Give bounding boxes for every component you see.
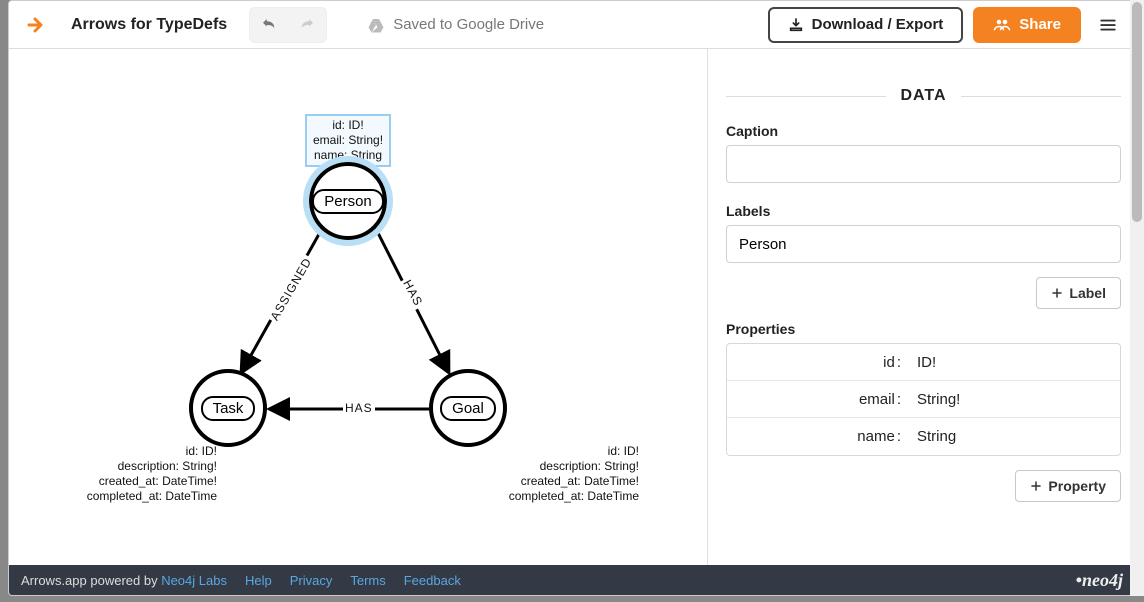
property-key[interactable]: id: [727, 344, 917, 380]
property-value[interactable]: String!: [917, 381, 1120, 417]
edge-label-has-1[interactable]: HAS: [399, 276, 426, 311]
prop-line: description: String!: [499, 459, 639, 474]
neo4j-labs-link[interactable]: Neo4j Labs: [161, 573, 227, 588]
graph-canvas[interactable]: ASSIGNED HAS HAS id: ID! email: String! …: [9, 49, 707, 565]
node-goal-label[interactable]: Goal: [440, 396, 496, 421]
undo-button[interactable]: [252, 10, 286, 40]
add-property-button[interactable]: Property: [1015, 470, 1121, 502]
prop-line: completed_at: DateTime: [499, 489, 639, 504]
redo-icon: [298, 16, 316, 34]
properties-sidebar: DATA Caption Labels Label Properties id …: [707, 49, 1135, 565]
prop-line: created_at: DateTime!: [77, 474, 217, 489]
download-label: Download / Export: [812, 16, 944, 33]
footer-powered-by: Arrows.app powered by Neo4j Labs: [21, 573, 227, 588]
hamburger-icon: [1099, 16, 1117, 34]
edge-label-assigned[interactable]: ASSIGNED: [266, 253, 315, 324]
topbar: Arrows for TypeDefs Saved to Google Driv…: [9, 1, 1135, 49]
footer-link-terms[interactable]: Terms: [350, 573, 385, 588]
share-users-icon: [993, 18, 1011, 32]
property-value[interactable]: ID!: [917, 344, 1120, 380]
node-task-properties[interactable]: id: ID! description: String! created_at:…: [77, 444, 217, 504]
prop-line: id: ID!: [313, 118, 383, 133]
save-status: Saved to Google Drive: [367, 16, 544, 33]
caption-label: Caption: [726, 123, 1121, 139]
download-icon: [788, 17, 804, 33]
data-section-header: DATA: [726, 87, 1121, 105]
property-row[interactable]: email String!: [727, 381, 1120, 418]
prop-line: completed_at: DateTime: [77, 489, 217, 504]
plus-icon: [1030, 480, 1042, 492]
node-goal-properties[interactable]: id: ID! description: String! created_at:…: [499, 444, 639, 504]
share-button[interactable]: Share: [973, 7, 1081, 43]
footer: Arrows.app powered by Neo4j Labs Help Pr…: [9, 565, 1135, 595]
node-task[interactable]: Task: [189, 369, 267, 447]
main-area: ASSIGNED HAS HAS id: ID! email: String! …: [9, 49, 1135, 565]
property-row[interactable]: id ID!: [727, 344, 1120, 381]
powered-by-prefix: Arrows.app powered by: [21, 573, 161, 588]
labels-input[interactable]: [726, 225, 1121, 263]
download-export-button[interactable]: Download / Export: [768, 7, 964, 43]
google-drive-icon: [367, 17, 385, 33]
neo4j-brand-logo: •neo4j: [1076, 570, 1123, 591]
property-value[interactable]: String: [917, 418, 1120, 455]
properties-table: id ID! email String! name String: [726, 343, 1121, 456]
properties-label: Properties: [726, 321, 1121, 337]
page-scrollbar[interactable]: [1130, 0, 1144, 596]
property-row[interactable]: name String: [727, 418, 1120, 455]
app-logo-icon[interactable]: [25, 13, 49, 37]
node-goal[interactable]: Goal: [429, 369, 507, 447]
node-task-label[interactable]: Task: [201, 396, 256, 421]
save-status-text: Saved to Google Drive: [393, 16, 544, 33]
share-label: Share: [1019, 16, 1061, 33]
scrollbar-thumb[interactable]: [1132, 2, 1142, 222]
prop-line: id: ID!: [77, 444, 217, 459]
prop-line: id: ID!: [499, 444, 639, 459]
node-person[interactable]: Person: [309, 162, 387, 240]
add-property-text: Property: [1048, 478, 1106, 494]
edge-label-has-2[interactable]: HAS: [343, 401, 375, 415]
prop-line: name: String: [313, 148, 383, 163]
redo-button[interactable]: [290, 10, 324, 40]
plus-icon: [1051, 287, 1063, 299]
prop-line: email: String!: [313, 133, 383, 148]
undo-icon: [260, 16, 278, 34]
add-label-button[interactable]: Label: [1036, 277, 1121, 309]
labels-label: Labels: [726, 203, 1121, 219]
footer-link-help[interactable]: Help: [245, 573, 272, 588]
footer-link-feedback[interactable]: Feedback: [404, 573, 461, 588]
property-key[interactable]: email: [727, 381, 917, 417]
prop-line: created_at: DateTime!: [499, 474, 639, 489]
prop-line: description: String!: [77, 459, 217, 474]
app-window: Arrows for TypeDefs Saved to Google Driv…: [8, 0, 1136, 596]
document-title[interactable]: Arrows for TypeDefs: [71, 16, 227, 34]
node-person-label[interactable]: Person: [312, 189, 384, 214]
caption-input[interactable]: [726, 145, 1121, 183]
data-section-title: DATA: [900, 87, 946, 105]
property-key[interactable]: name: [727, 418, 917, 455]
footer-link-privacy[interactable]: Privacy: [290, 573, 333, 588]
undo-redo-group: [249, 7, 327, 43]
menu-button[interactable]: [1091, 8, 1125, 42]
node-person-properties[interactable]: id: ID! email: String! name: String: [305, 114, 391, 167]
add-label-text: Label: [1069, 285, 1106, 301]
